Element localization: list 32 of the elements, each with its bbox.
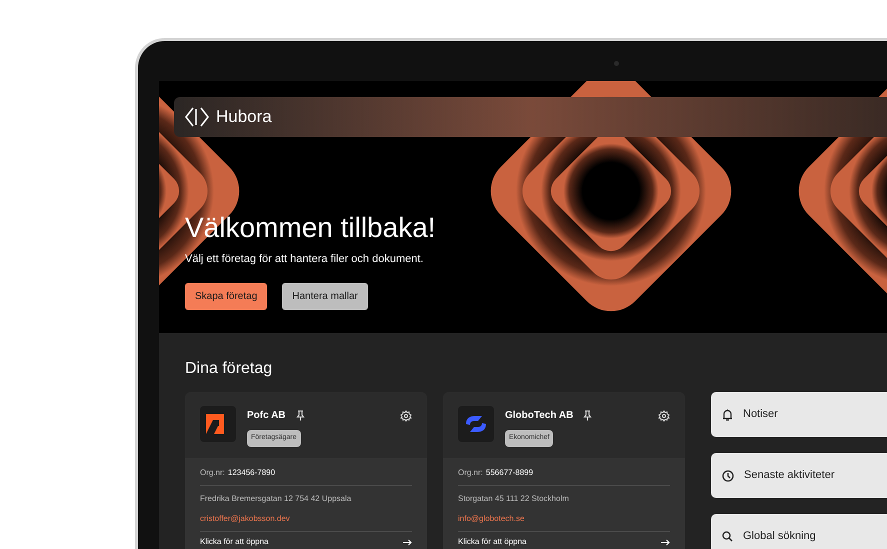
company-address: Fredrika Bremersgatan 12 754 42 Uppsala	[200, 493, 352, 505]
pin-icon[interactable]	[583, 410, 592, 421]
org-number-label: Org.nr:	[200, 467, 225, 479]
arrow-right-icon	[403, 538, 412, 546]
welcome-subtitle: Välj ett företag för att hantera filer och dokument.	[185, 252, 424, 267]
open-company-link[interactable]: Klicka för att öppna	[458, 536, 526, 548]
org-number: 556677-8899	[486, 467, 534, 479]
pin-icon[interactable]	[296, 410, 305, 421]
side-panel-button[interactable]: Notiser	[711, 392, 887, 437]
org-number-label: Org.nr:	[458, 467, 483, 479]
company-email[interactable]: info@globotech.se	[458, 513, 670, 525]
arrow-right-icon	[661, 538, 670, 546]
side-panel-button[interactable]: Global sökning	[711, 514, 887, 549]
create-company-button[interactable]: Skapa företag	[185, 282, 268, 310]
company-email[interactable]: cristoffer@jakobsson.dev	[200, 513, 412, 525]
logo-icon	[184, 105, 210, 129]
section-heading: Dina företag	[185, 359, 274, 379]
side-panel-button[interactable]: Senaste aktiviteter	[711, 453, 887, 498]
open-company-link[interactable]: Klicka för att öppna	[200, 536, 268, 548]
company-name: Pofc AB	[247, 409, 286, 423]
manage-templates-button[interactable]: Hantera mallar	[282, 282, 368, 310]
company-logo-icon	[200, 406, 236, 442]
bell-icon	[722, 408, 733, 420]
company-address: Storgatan 45 111 22 Stockholm	[458, 493, 570, 505]
settings-icon[interactable]	[400, 410, 412, 422]
clock-icon	[722, 470, 734, 482]
settings-icon[interactable]	[658, 410, 670, 422]
company-logo-icon	[458, 406, 494, 442]
org-number: 123456-7890	[228, 467, 276, 479]
search-icon	[722, 531, 733, 542]
company-name: GloboTech AB	[505, 409, 574, 423]
brand-name: Hubora	[216, 106, 272, 128]
